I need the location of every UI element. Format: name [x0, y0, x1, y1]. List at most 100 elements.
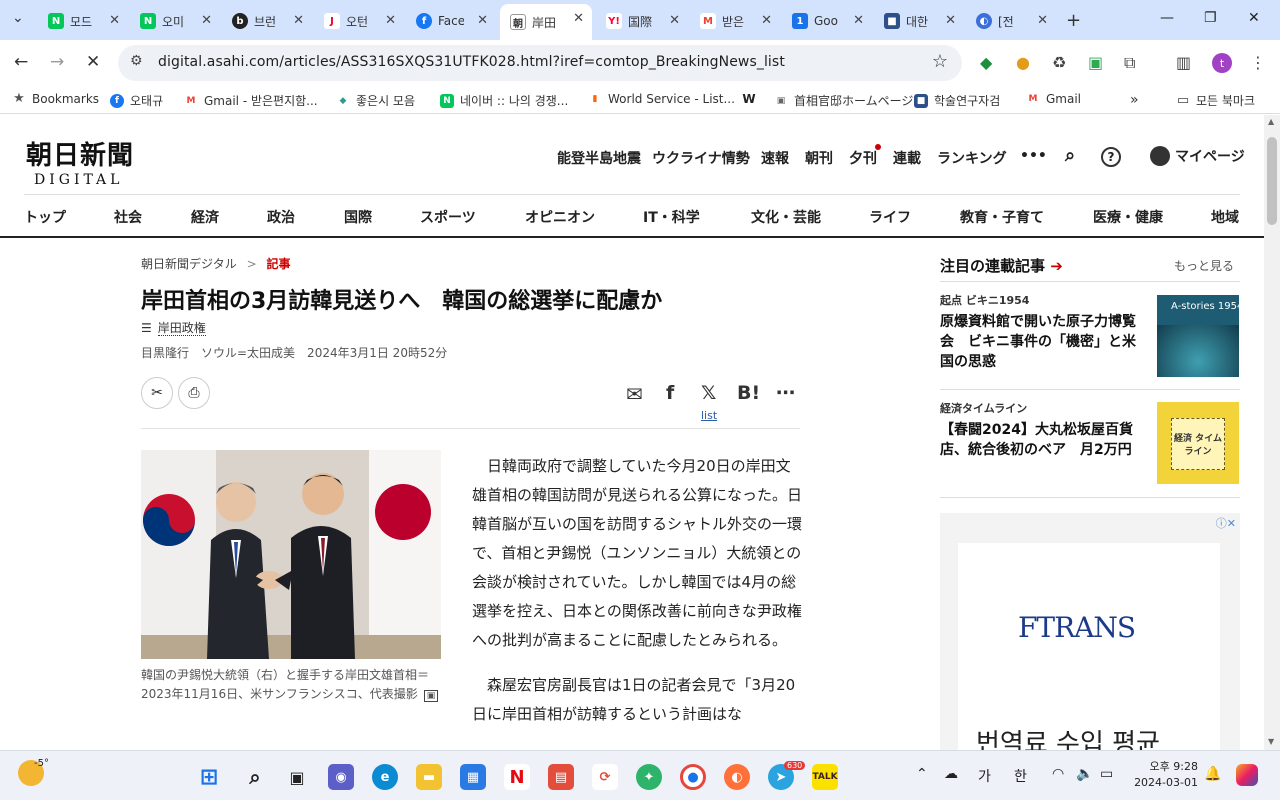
- mail-share-icon[interactable]: ✉: [626, 382, 643, 406]
- browser-tab-active[interactable]: 朝岸田 ✕: [500, 4, 592, 40]
- browser-tab[interactable]: Y! 国際 ✕: [596, 6, 688, 36]
- system-clock[interactable]: 오후 9:28 2024-03-01: [1130, 759, 1198, 791]
- app-icon[interactable]: ✦: [636, 764, 662, 790]
- scroll-down-icon[interactable]: ▼: [1268, 737, 1274, 746]
- sync-app-icon[interactable]: ⟳: [592, 764, 618, 790]
- teams-icon[interactable]: ◉: [328, 764, 354, 790]
- extension-icon[interactable]: ●: [1016, 53, 1030, 72]
- browser-tab[interactable]: J 오턴 ✕: [314, 6, 404, 36]
- close-tab-icon[interactable]: ✕: [853, 13, 864, 28]
- category-opinion[interactable]: オピニオン: [525, 207, 595, 227]
- share-list-link[interactable]: list: [701, 409, 717, 422]
- search-icon[interactable]: ⌕: [242, 764, 268, 790]
- back-icon[interactable]: ←: [14, 52, 28, 72]
- close-tab-icon[interactable]: ✕: [573, 11, 584, 26]
- battery-icon[interactable]: ▭: [1100, 766, 1113, 782]
- bookmark-item[interactable]: M Gmail: [1026, 92, 1081, 106]
- app-icon[interactable]: ▤: [548, 764, 574, 790]
- article-photo[interactable]: [141, 450, 441, 659]
- nav-series[interactable]: 連載: [893, 148, 921, 168]
- category-economy[interactable]: 経済: [191, 207, 219, 227]
- browser-tab[interactable]: N 모드 ✕: [38, 6, 128, 36]
- tab-search-icon[interactable]: ⌄: [12, 10, 24, 26]
- page-scrollbar[interactable]: ▲ ▼: [1264, 115, 1280, 750]
- category-region[interactable]: 地域: [1211, 207, 1239, 227]
- category-health[interactable]: 医療・健康: [1093, 207, 1163, 227]
- tray-overflow-icon[interactable]: ⌃: [916, 766, 928, 782]
- edge-icon[interactable]: e: [372, 764, 398, 790]
- category-culture[interactable]: 文化・芸能: [751, 207, 821, 227]
- category-it-science[interactable]: IT・科学: [643, 207, 700, 227]
- task-view-icon[interactable]: ▣: [284, 764, 310, 790]
- nav-noto-earthquake[interactable]: 能登半島地震: [557, 148, 641, 168]
- category-international[interactable]: 国際: [344, 207, 372, 227]
- bookmark-item[interactable]: N 네이버 :: 나의 경쟁...: [440, 92, 568, 109]
- category-top[interactable]: トップ: [24, 207, 66, 227]
- browser-tab[interactable]: ■ 대한 ✕: [874, 6, 964, 36]
- file-explorer-icon[interactable]: ▬: [416, 764, 442, 790]
- cloud-icon[interactable]: ☁: [944, 766, 958, 782]
- side-panel-icon[interactable]: ▥: [1176, 53, 1191, 72]
- address-bar[interactable]: ⚙ digital.asahi.com/articles/ASS316SXQS3…: [118, 45, 962, 81]
- category-sports[interactable]: スポーツ: [420, 207, 476, 227]
- url-text[interactable]: digital.asahi.com/articles/ASS316SXQS31U…: [158, 54, 785, 70]
- browser-tab[interactable]: 1 Goo ✕: [782, 6, 872, 36]
- close-tab-icon[interactable]: ✕: [385, 13, 396, 28]
- article-tag[interactable]: ☰ 岸田政権: [141, 319, 206, 336]
- close-tab-icon[interactable]: ✕: [293, 13, 304, 28]
- close-tab-icon[interactable]: ✕: [669, 13, 680, 28]
- close-tab-icon[interactable]: ✕: [201, 13, 212, 28]
- ad-info-icon[interactable]: ⓘ✕: [1216, 515, 1236, 531]
- advertisement[interactable]: ⓘ✕ FTRANS 번역료 수입 평균: [940, 513, 1240, 750]
- restore-icon[interactable]: ❐: [1204, 10, 1217, 26]
- sidebar-thumbnail[interactable]: 経済 タイムライン: [1157, 402, 1239, 484]
- close-tab-icon[interactable]: ✕: [945, 13, 956, 28]
- nav-breaking[interactable]: 速報: [761, 148, 789, 168]
- close-tab-icon[interactable]: ✕: [109, 13, 120, 28]
- extension-icon[interactable]: ◆: [980, 53, 992, 72]
- firefox-icon[interactable]: ◐: [724, 764, 750, 790]
- chrome-icon[interactable]: ●: [680, 764, 706, 790]
- sidebar-more-link[interactable]: もっと見る: [1174, 257, 1234, 274]
- nav-evening-edition[interactable]: 夕刊: [849, 148, 877, 168]
- new-tab-button[interactable]: +: [1066, 10, 1081, 31]
- window-close-icon[interactable]: ✕: [1248, 10, 1260, 26]
- bookmark-item[interactable]: M Gmail - 받은편지함...: [184, 92, 318, 109]
- close-tab-icon[interactable]: ✕: [1037, 13, 1048, 28]
- bookmark-item[interactable]: ■ 학술연구자검: [914, 92, 1000, 109]
- minimize-icon[interactable]: —: [1160, 10, 1174, 26]
- site-info-icon[interactable]: ⚙: [130, 53, 143, 69]
- clip-button[interactable]: ✂: [141, 377, 173, 409]
- bookmark-star-icon[interactable]: ☆: [932, 51, 948, 72]
- extensions-puzzle-icon[interactable]: ⧉: [1124, 53, 1135, 73]
- x-share-icon[interactable]: 𝕏: [701, 382, 716, 404]
- print-button[interactable]: ⎙: [178, 377, 210, 409]
- bookmark-item[interactable]: W: [742, 92, 762, 106]
- notification-bell-icon[interactable]: 🔔: [1204, 766, 1221, 782]
- category-education[interactable]: 教育・子育て: [960, 207, 1044, 227]
- wifi-icon[interactable]: ◠: [1052, 766, 1064, 782]
- browser-tab[interactable]: ◐ [전 ✕: [966, 6, 1056, 36]
- sidebar-article[interactable]: 起点 ビキニ1954 原爆資料館で開いた原子力博覧会 ビキニ事件の「機密」と米国…: [940, 292, 1145, 372]
- sidebar-thumbnail[interactable]: A-stories 1954: [1157, 295, 1243, 377]
- more-share-icon[interactable]: ⋯: [776, 382, 795, 404]
- extension-icon[interactable]: ▣: [1088, 53, 1103, 72]
- sidebar-article[interactable]: 経済タイムライン 【春闘2024】大丸松坂屋百貨店、統合後初のベア 月2万円: [940, 400, 1145, 460]
- nav-ukraine[interactable]: ウクライナ情勢: [652, 148, 750, 168]
- facebook-share-icon[interactable]: f: [666, 382, 674, 404]
- volume-icon[interactable]: 🔈: [1076, 766, 1093, 782]
- search-icon[interactable]: ⌕: [1065, 145, 1075, 166]
- ime-indicator[interactable]: 가: [978, 766, 991, 786]
- browser-tab[interactable]: N 오미 ✕: [130, 6, 220, 36]
- forward-icon[interactable]: →: [50, 52, 64, 72]
- hatena-bookmark-icon[interactable]: B!: [737, 382, 760, 404]
- ime-mode-indicator[interactable]: 한: [1014, 766, 1027, 786]
- kakaotalk-icon[interactable]: TALK: [812, 764, 838, 790]
- scroll-up-icon[interactable]: ▲: [1268, 117, 1274, 126]
- menu-kebab-icon[interactable]: ⋮: [1250, 53, 1266, 72]
- scrollbar-thumb[interactable]: [1267, 137, 1277, 225]
- sidebar-heading[interactable]: 注目の連載記事 ➔: [940, 255, 1063, 276]
- windows-start-icon[interactable]: ⊞: [196, 764, 222, 790]
- breadcrumb-home-link[interactable]: 朝日新聞デジタル: [141, 257, 237, 271]
- close-tab-icon[interactable]: ✕: [761, 13, 772, 28]
